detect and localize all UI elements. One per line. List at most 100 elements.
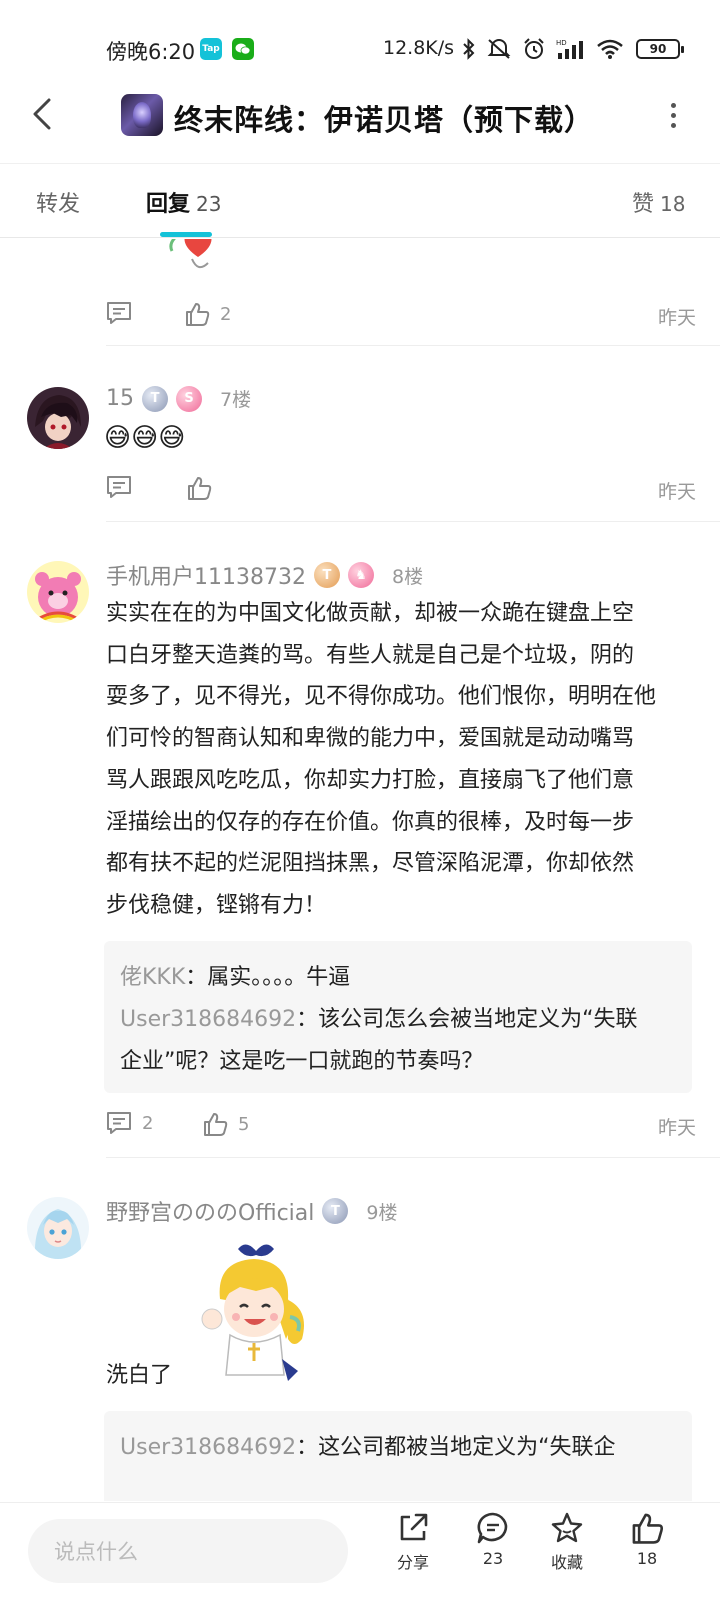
reply-action[interactable] [106, 301, 132, 325]
user-line: 15 T S 7楼 [106, 385, 251, 412]
sub-reply-text: ：属实。。。。牛逼 [185, 965, 351, 990]
divider [106, 345, 720, 346]
like-count: 5 [238, 1113, 250, 1135]
battery-indicator: 90 [636, 39, 684, 59]
wifi-icon [597, 39, 623, 59]
page-title: 终末阵线：伊诺贝塔（预下载） [174, 103, 595, 137]
taptap-app-icon: Tap [200, 38, 222, 60]
status-bar: 傍晚6:20 Tap 12.8K/s HD 90 [0, 0, 720, 80]
favorite-button[interactable]: 收藏 [532, 1511, 602, 1573]
comment-text-line: 们可怜的智商认知和卑微的能力中，爱国就是动动嘴骂 [106, 726, 635, 752]
tab-reply-count: 23 [196, 192, 222, 216]
comment-text: 😅😅😅 [104, 423, 186, 453]
user-line: 野野宫のののOfficial T 9楼 [106, 1195, 397, 1227]
username[interactable]: 手机用户11138732 [106, 559, 306, 591]
more-dot-icon [670, 122, 676, 128]
share-label: 分享 [396, 1553, 429, 1572]
comment-actions: 昨天 [106, 475, 696, 505]
sub-reply-continuation: 企业”呢？这是吃一口就跑的节奏吗？ [120, 1049, 484, 1074]
tab-like[interactable]: 赞 18 [632, 186, 685, 218]
avatar[interactable] [27, 1197, 89, 1259]
avatar[interactable] [27, 387, 89, 449]
tab-bar: 转发 回复 23 赞 18 [0, 164, 720, 238]
reply-action[interactable]: 2 [106, 1111, 153, 1135]
sub-reply[interactable]: User318684692：这公司都被当地定义为“失联企 [120, 1427, 676, 1469]
sub-reply-user[interactable]: User318684692 [120, 1007, 296, 1032]
comment-icon [107, 1112, 131, 1134]
share-icon [400, 1513, 428, 1541]
status-icons: HD [462, 38, 624, 60]
sub-reply-text: ：该公司怎么会被当地定义为“失联 [296, 1007, 638, 1032]
comment-time: 昨天 [657, 481, 696, 503]
comment-text-line: 耍多了，见不得光，见不得你成功。他们恨你，明明在他 [106, 684, 657, 710]
tab-forward[interactable]: 转发 [36, 186, 80, 218]
comment-bubble-icon [477, 1512, 508, 1544]
sub-reply-user[interactable]: 佬KKK [120, 965, 185, 990]
like-action[interactable]: 2 [184, 301, 231, 327]
level-badge-icon: T [142, 385, 168, 412]
username[interactable]: 野野宫のののOfficial [106, 1195, 314, 1227]
reply-list[interactable]: 2 昨天 15 T S 7楼 😅😅😅 昨天 手机用户11138732 T ♞ 8… [0, 239, 720, 1501]
more-options-button[interactable] [658, 98, 688, 132]
thumbs-up-icon [632, 1513, 664, 1544]
sub-reply-user[interactable]: User318684692 [120, 1435, 296, 1460]
signal-icon: HD [556, 39, 583, 59]
star-icon [551, 1512, 583, 1543]
comment-actions: 2 5 昨天 [106, 1111, 696, 1141]
network-speed: 12.8K/s [383, 37, 455, 59]
avatar[interactable] [27, 561, 89, 623]
tab-reply-label: 回复 [146, 192, 191, 217]
more-dot-icon [670, 112, 676, 118]
like-action[interactable]: 5 [202, 1111, 249, 1137]
status-time: 傍晚6:20 [106, 40, 196, 64]
comment-text-line: 淫描绘出的仅存的存在价值。你真的很棒，及时每一步 [106, 809, 635, 835]
sticker-image [169, 239, 212, 269]
share-button[interactable]: 分享 [378, 1511, 448, 1573]
alarm-icon [524, 38, 544, 59]
back-button[interactable] [22, 94, 62, 134]
sub-reply[interactable]: User318684692：该公司怎么会被当地定义为“失联 [120, 999, 676, 1041]
comment-time: 昨天 [657, 1117, 696, 1139]
tab-reply[interactable]: 回复 23 [146, 186, 221, 218]
comment-icon [107, 476, 131, 498]
achievement-badge-icon: S [176, 385, 202, 412]
like-action[interactable] [186, 475, 212, 501]
comment-text-line: 都有扶不起的烂泥阻挡抹黑，尽管深陷泥潭，你却依然 [106, 851, 635, 877]
favorite-label: 收藏 [550, 1553, 583, 1572]
bluetooth-icon [463, 38, 475, 60]
svg-text:HD: HD [556, 39, 567, 47]
divider [106, 521, 720, 522]
reply-action[interactable] [106, 475, 132, 499]
sub-reply-text: ：这公司都被当地定义为“失联企 [296, 1435, 616, 1460]
reply-count: 2 [142, 1112, 154, 1134]
floor-number: 7楼 [220, 389, 252, 411]
like-count: 2 [220, 303, 232, 325]
top-app-bar: 终末阵线：伊诺贝塔（预下载） [0, 80, 720, 164]
likes-count: 18 [636, 1549, 658, 1568]
floor-number: 8楼 [391, 565, 424, 588]
divider [106, 1157, 720, 1158]
comment-text-line: 骂人跟跟风吃吃瓜，你却实力打脸，直接扇飞了他们意 [106, 767, 635, 793]
mute-icon [487, 39, 511, 59]
comments-button[interactable]: 23 [458, 1511, 528, 1568]
comment-icon [107, 302, 131, 324]
bottom-action-bar: 说点什么 分享 23 收藏 18 [0, 1502, 720, 1600]
username[interactable]: 15 [106, 386, 134, 411]
comment-text-line: 口白牙整天造粪的骂。有些人就是自己是个垃圾，阴的 [106, 642, 635, 668]
sub-reply-box[interactable]: User318684692：这公司都被当地定义为“失联企 [104, 1411, 692, 1501]
comment-input-placeholder: 说点什么 [54, 1540, 138, 1564]
wechat-app-icon [232, 38, 254, 60]
comment-input[interactable]: 说点什么 [28, 1519, 348, 1583]
more-dot-icon [670, 102, 676, 108]
comment-text-line: 实实在在的为中国文化做贡献，却被一众跪在键盘上空 [106, 601, 635, 626]
sub-reply-box[interactable]: 佬KKK：属实。。。。牛逼 User318684692：该公司怎么会被当地定义为… [104, 941, 692, 1093]
comment-time: 昨天 [657, 307, 696, 329]
tab-active-indicator [160, 232, 212, 237]
comment-text: 实实在在的为中国文化做贡献，却被一众跪在键盘上空 口白牙整天造粪的骂。有些人就是… [106, 593, 696, 927]
tab-forward-label: 转发 [36, 192, 81, 217]
like-button[interactable]: 18 [612, 1511, 682, 1568]
sub-reply[interactable]: 佬KKK：属实。。。。牛逼 [120, 957, 676, 999]
back-arrow-icon [33, 98, 51, 130]
floor-number: 9楼 [366, 1201, 398, 1224]
game-icon[interactable] [121, 94, 163, 136]
